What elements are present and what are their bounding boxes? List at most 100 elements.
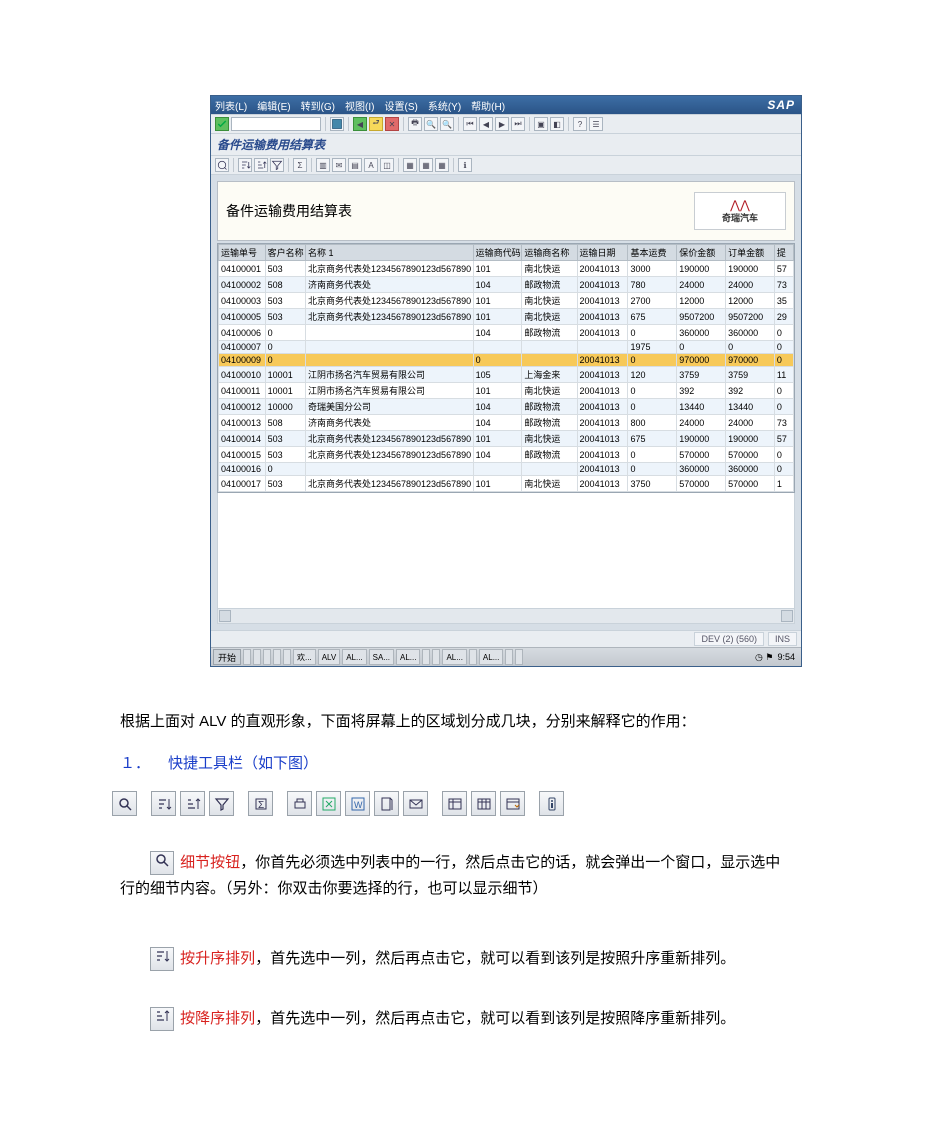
table-cell[interactable]: 104 <box>473 447 522 463</box>
mail-icon[interactable]: ✉ <box>332 158 346 172</box>
col-insured-amt[interactable]: 保价金额 <box>677 245 726 261</box>
table-cell[interactable]: 20041013 <box>577 309 628 325</box>
shortcut-icon[interactable]: ◧ <box>550 117 564 131</box>
table-row[interactable]: 04100009002004101309700009700000 <box>219 354 794 367</box>
table-cell[interactable]: 20041013 <box>577 399 628 415</box>
table-cell[interactable]: 73 <box>774 415 793 431</box>
table-cell[interactable]: 12000 <box>726 293 775 309</box>
table-cell[interactable]: 20041013 <box>577 476 628 492</box>
layout-icon[interactable]: ☰ <box>589 117 603 131</box>
menu-system[interactable]: 系统(Y) <box>428 98 461 113</box>
table-cell[interactable]: 奇瑞美国分公司 <box>305 399 473 415</box>
menu-list[interactable]: 列表(L) <box>215 98 247 113</box>
taskbar-item[interactable] <box>469 649 477 665</box>
taskbar-item[interactable] <box>253 649 261 665</box>
menu-help[interactable]: 帮助(H) <box>471 98 505 113</box>
table-cell[interactable]: 675 <box>628 431 677 447</box>
table-cell[interactable] <box>305 354 473 367</box>
table-cell[interactable]: 24000 <box>677 277 726 293</box>
table-cell[interactable]: 0 <box>628 325 677 341</box>
table-cell[interactable]: 邮政物流 <box>522 325 577 341</box>
table-row[interactable]: 04100002508济南商务代表处104邮政物流200410137802400… <box>219 277 794 293</box>
layout-change-icon[interactable]: ▦ <box>403 158 417 172</box>
table-cell[interactable]: 13440 <box>726 399 775 415</box>
cancel-icon[interactable]: ✕ <box>385 117 399 131</box>
local-file-icon[interactable]: ▤ <box>348 158 362 172</box>
table-cell[interactable]: 780 <box>628 277 677 293</box>
table-cell[interactable]: 04100006 <box>219 325 266 341</box>
table-cell[interactable] <box>522 341 577 354</box>
table-cell[interactable]: 04100017 <box>219 476 266 492</box>
info-icon[interactable]: ℹ <box>458 158 472 172</box>
next-page-icon[interactable]: ▶ <box>495 117 509 131</box>
table-row[interactable]: 0410000701975000 <box>219 341 794 354</box>
col-transport-no[interactable]: 运输单号 <box>219 245 266 261</box>
taskbar-item[interactable] <box>515 649 523 665</box>
table-cell[interactable]: 104 <box>473 399 522 415</box>
table-cell[interactable] <box>473 463 522 476</box>
find-icon[interactable]: 🔍 <box>424 117 438 131</box>
table-row[interactable]: 04100017503北京商务代表处1234567890123d56789010… <box>219 476 794 492</box>
table-cell[interactable]: 11 <box>774 367 793 383</box>
table-cell[interactable] <box>305 463 473 476</box>
table-cell[interactable]: 0 <box>265 354 305 367</box>
table-cell[interactable]: 570000 <box>726 447 775 463</box>
table-cell[interactable]: 57 <box>774 261 793 277</box>
table-cell[interactable]: 江阴市扬名汽车贸易有限公司 <box>305 383 473 399</box>
last-page-icon[interactable]: ⏭ <box>511 117 525 131</box>
table-cell[interactable] <box>305 341 473 354</box>
table-row[interactable]: 0410001110001江阴市扬名汽车贸易有限公司101南北快运2004101… <box>219 383 794 399</box>
table-cell[interactable]: 3000 <box>628 261 677 277</box>
menu-settings[interactable]: 设置(S) <box>384 98 417 113</box>
taskbar-item[interactable]: ALV <box>318 649 341 665</box>
back-icon[interactable]: ◀ <box>353 117 367 131</box>
table-cell[interactable] <box>522 463 577 476</box>
taskbar-item[interactable]: AL... <box>479 649 503 665</box>
col-order-amt[interactable]: 订单金额 <box>726 245 775 261</box>
table-row[interactable]: 04100003503北京商务代表处1234567890123d56789010… <box>219 293 794 309</box>
table-cell[interactable] <box>577 341 628 354</box>
table-cell[interactable]: 190000 <box>677 261 726 277</box>
table-cell[interactable]: 邮政物流 <box>522 277 577 293</box>
table-row[interactable]: 04100001503北京商务代表处1234567890123d56789010… <box>219 261 794 277</box>
table-row[interactable]: 04100015503北京商务代表处1234567890123d56789010… <box>219 447 794 463</box>
table-cell[interactable]: 0 <box>774 383 793 399</box>
table-cell[interactable]: 北京商务代表处1234567890123d567890 <box>305 476 473 492</box>
table-cell[interactable]: 04100015 <box>219 447 266 463</box>
first-page-icon[interactable]: ⏮ <box>463 117 477 131</box>
filter-icon[interactable] <box>270 158 284 172</box>
export-icon[interactable]: ▥ <box>316 158 330 172</box>
table-cell[interactable]: 570000 <box>726 476 775 492</box>
table-cell[interactable]: 20041013 <box>577 447 628 463</box>
table-row[interactable]: 04100014503北京商务代表处1234567890123d56789010… <box>219 431 794 447</box>
table-cell[interactable]: 04100012 <box>219 399 266 415</box>
table-cell[interactable]: 120 <box>628 367 677 383</box>
table-cell[interactable]: 1 <box>774 476 793 492</box>
table-cell[interactable]: 101 <box>473 476 522 492</box>
taskbar-item[interactable] <box>432 649 440 665</box>
col-carrier-name[interactable]: 运输商名称 <box>522 245 577 261</box>
table-cell[interactable]: 0 <box>774 399 793 415</box>
taskbar-item[interactable] <box>243 649 251 665</box>
table-cell[interactable]: 503 <box>265 447 305 463</box>
table-cell[interactable] <box>473 341 522 354</box>
table-cell[interactable]: 南北快运 <box>522 293 577 309</box>
new-session-icon[interactable]: ▣ <box>534 117 548 131</box>
details-icon[interactable] <box>215 158 229 172</box>
graphic-icon[interactable]: ◫ <box>380 158 394 172</box>
table-cell[interactable]: 508 <box>265 415 305 431</box>
table-cell[interactable]: 970000 <box>726 354 775 367</box>
menu-edit[interactable]: 编辑(E) <box>257 98 290 113</box>
table-cell[interactable]: 北京商务代表处1234567890123d567890 <box>305 261 473 277</box>
table-cell[interactable]: 04100014 <box>219 431 266 447</box>
table-cell[interactable]: 101 <box>473 431 522 447</box>
table-cell[interactable]: 江阴市扬名汽车贸易有限公司 <box>305 367 473 383</box>
table-cell[interactable]: 101 <box>473 383 522 399</box>
taskbar-item[interactable]: 欢... <box>293 649 316 665</box>
table-cell[interactable]: 邮政物流 <box>522 415 577 431</box>
table-row[interactable]: 0410001210000奇瑞美国分公司104邮政物流2004101301344… <box>219 399 794 415</box>
table-cell[interactable]: 上海金来 <box>522 367 577 383</box>
table-cell[interactable]: 29 <box>774 309 793 325</box>
col-extra[interactable]: 提 <box>774 245 793 261</box>
table-cell[interactable]: 04100003 <box>219 293 266 309</box>
